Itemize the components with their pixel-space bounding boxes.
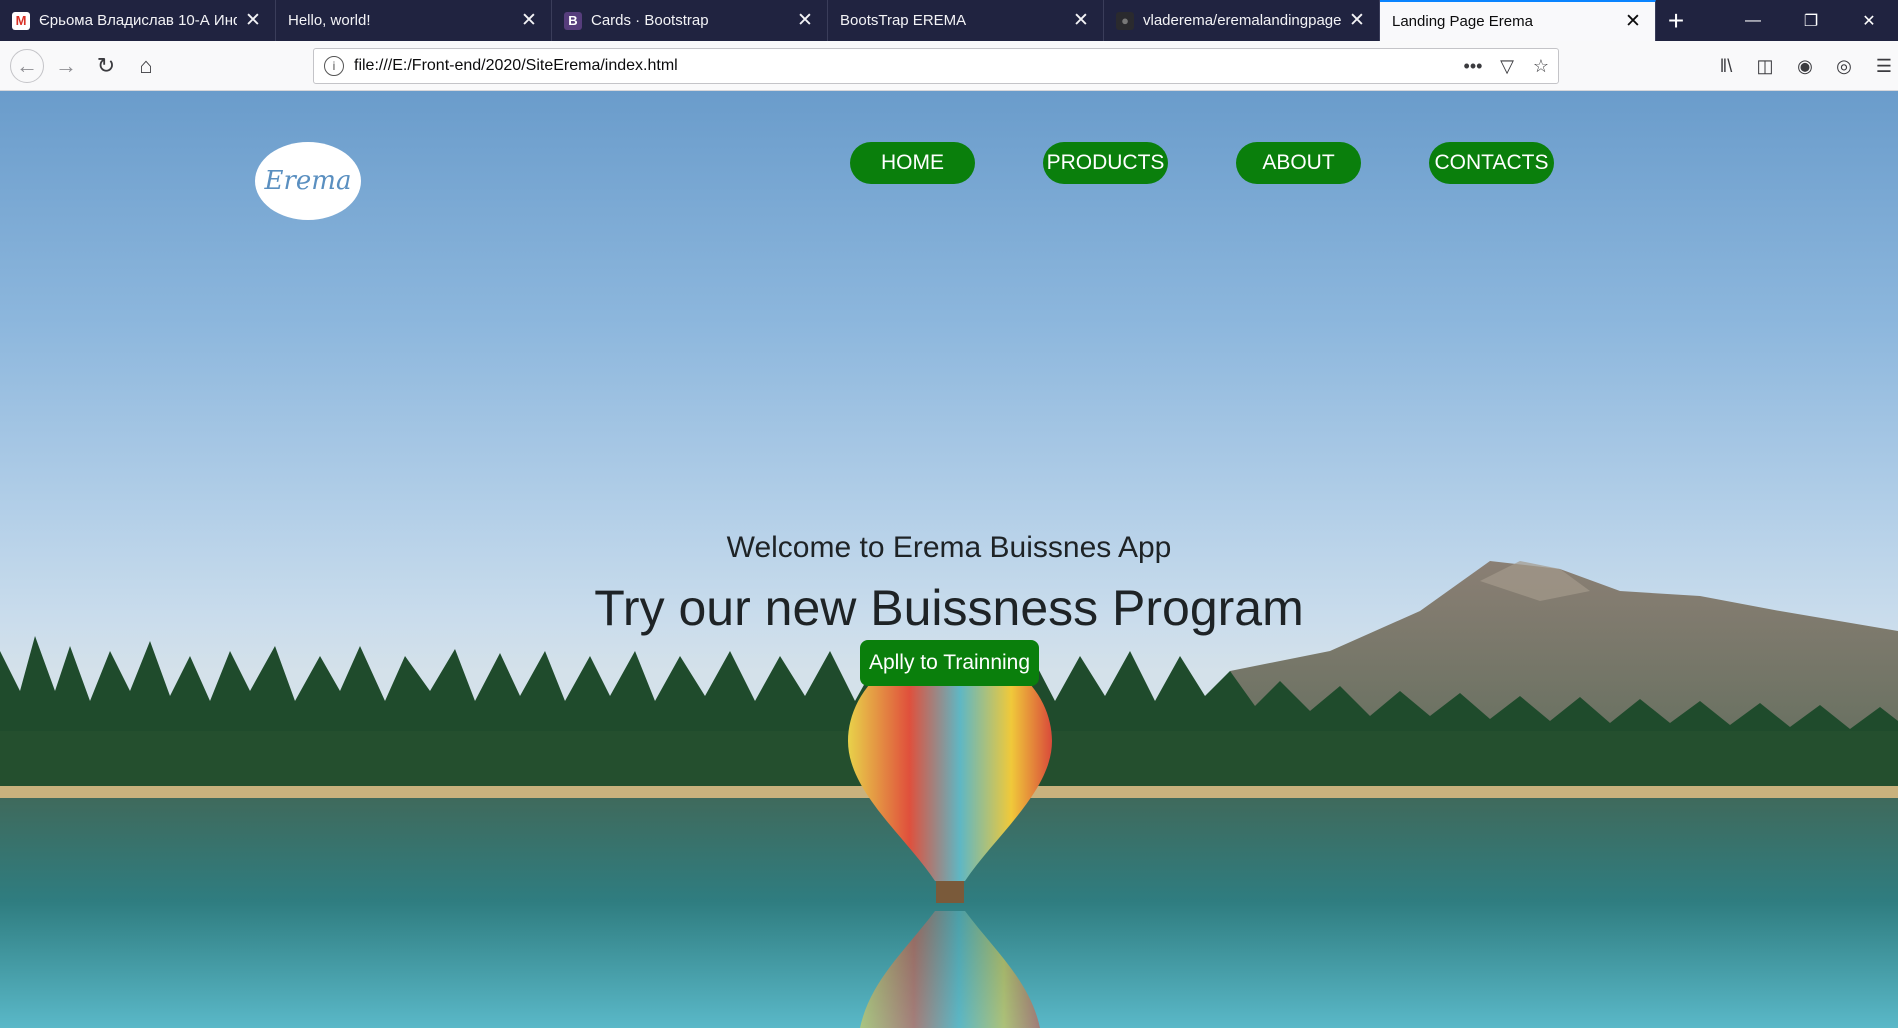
minimize-icon[interactable]: — — [1724, 0, 1782, 41]
window-close-icon[interactable]: ✕ — [1840, 0, 1898, 41]
tab-title: Cards · Bootstrap — [591, 12, 709, 29]
url-text[interactable]: file:///E:/Front-end/2020/SiteErema/inde… — [354, 57, 1456, 75]
bookmark-star-icon[interactable]: ☆ — [1524, 56, 1558, 77]
nav-home-button[interactable]: HOME — [850, 142, 975, 184]
tab-strip: M Єрьома Владислав 10-А Инф ✕ Hello, wor… — [0, 0, 1898, 41]
close-icon[interactable]: ✕ — [1071, 9, 1091, 32]
navigation-toolbar: ← → ↻ ⌂ i file:///E:/Front-end/2020/Site… — [0, 41, 1898, 91]
pocket-icon[interactable]: ▽ — [1490, 56, 1524, 77]
forward-icon[interactable]: → — [51, 51, 81, 81]
menu-icon[interactable]: ☰ — [1870, 53, 1898, 79]
landing-page-hero: Erema HOME PRODUCTS ABOUT CONTACTS Welco… — [0, 91, 1898, 1028]
tab-landing-page[interactable]: Landing Page Erema ✕ — [1380, 0, 1656, 41]
close-icon[interactable]: ✕ — [1347, 9, 1367, 32]
gmail-icon: M — [12, 11, 30, 30]
close-icon[interactable]: ✕ — [1623, 10, 1643, 33]
close-icon[interactable]: ✕ — [795, 9, 815, 32]
close-icon[interactable]: ✕ — [519, 9, 539, 32]
close-icon[interactable]: ✕ — [243, 9, 263, 32]
back-icon[interactable]: ← — [10, 49, 44, 83]
nav-about-button[interactable]: ABOUT — [1236, 142, 1361, 184]
tab-hello-world[interactable]: Hello, world! ✕ — [276, 0, 552, 41]
nav-products-button[interactable]: PRODUCTS — [1043, 142, 1168, 184]
extension-globe-icon[interactable]: ◎ — [1830, 53, 1858, 79]
home-icon[interactable]: ⌂ — [131, 51, 161, 81]
site-info-icon[interactable]: i — [324, 56, 344, 76]
tab-title: BootsTrap EREMA — [840, 12, 967, 29]
restore-icon[interactable]: ❐ — [1782, 0, 1840, 41]
bootstrap-icon: B — [564, 11, 582, 30]
tab-github[interactable]: ● vladerema/eremalandingpage.g ✕ — [1104, 0, 1380, 41]
library-icon[interactable]: ‖\ — [1712, 53, 1740, 79]
github-icon: ● — [1116, 11, 1134, 30]
reload-icon[interactable]: ↻ — [91, 51, 121, 81]
tab-title: vladerema/eremalandingpage.g — [1143, 12, 1341, 29]
sidebar-icon[interactable]: ◫ — [1751, 53, 1779, 79]
new-tab-button[interactable]: + — [1656, 0, 1696, 41]
tab-title: Єрьома Владислав 10-А Инф — [39, 12, 237, 29]
apply-training-button[interactable]: Aplly to Trainning — [860, 640, 1039, 686]
tab-title: Hello, world! — [288, 12, 371, 29]
tab-gmail[interactable]: M Єрьома Владислав 10-А Инф ✕ — [0, 0, 276, 41]
account-icon[interactable]: ◉ — [1791, 53, 1819, 79]
address-bar[interactable]: i file:///E:/Front-end/2020/SiteErema/in… — [313, 48, 1559, 84]
tab-title: Landing Page Erema — [1392, 13, 1533, 30]
nav-contacts-button[interactable]: CONTACTS — [1429, 142, 1554, 184]
window-controls: — ❐ ✕ — [1724, 0, 1898, 41]
hero-title: Try our new Buissness Program — [594, 580, 1304, 636]
site-logo[interactable]: Erema — [255, 142, 361, 220]
tab-bootstrap-erema[interactable]: BootsTrap EREMA ✕ — [828, 0, 1104, 41]
tab-cards-bootstrap[interactable]: B Cards · Bootstrap ✕ — [552, 0, 828, 41]
page-actions-icon[interactable]: ••• — [1456, 56, 1490, 77]
hero-subtitle: Welcome to Erema Buissnes App — [726, 531, 1172, 564]
